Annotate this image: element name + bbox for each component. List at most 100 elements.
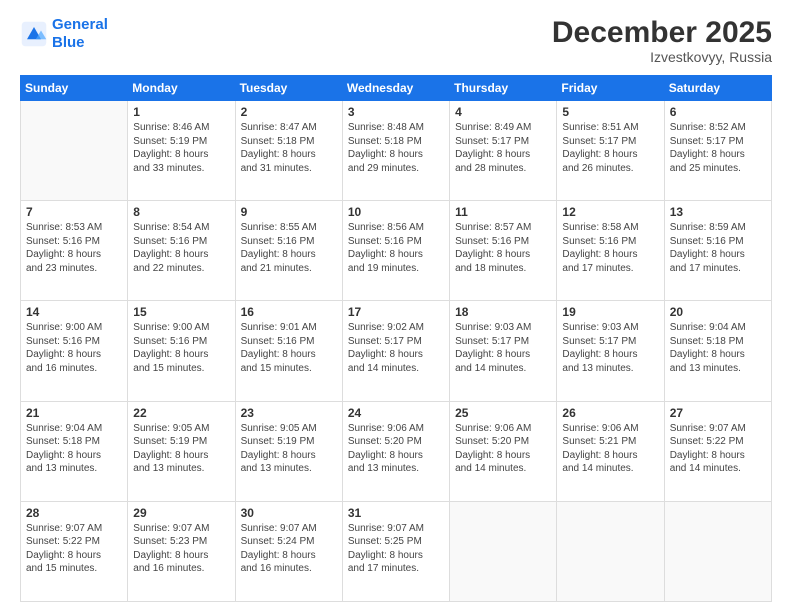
day-number: 9: [241, 205, 337, 219]
calendar-cell: 20Sunrise: 9:04 AM Sunset: 5:18 PM Dayli…: [664, 301, 771, 401]
day-info: Sunrise: 8:59 AM Sunset: 5:16 PM Dayligh…: [670, 221, 766, 275]
calendar-header-friday: Friday: [557, 76, 664, 101]
calendar-cell: 23Sunrise: 9:05 AM Sunset: 5:19 PM Dayli…: [235, 401, 342, 501]
calendar-cell: 30Sunrise: 9:07 AM Sunset: 5:24 PM Dayli…: [235, 501, 342, 601]
calendar-cell: 18 Sunrise: 9:03 AM Sunset: 5:17 PM Dayli…: [450, 301, 557, 401]
calendar-cell: 19Sunrise: 9:03 AM Sunset: 5:17 PM Dayli…: [557, 301, 664, 401]
calendar-cell: 14Sunrise: 9:00 AM Sunset: 5:16 PM Dayli…: [21, 301, 128, 401]
calendar-cell: 22 Sunrise: 9:05 AM Sunset: 5:19 PM Dayli…: [128, 401, 235, 501]
calendar-cell: 8 Sunrise: 8:54 AM Sunset: 5:16 PM Daylig…: [128, 201, 235, 301]
calendar-week-4: 21Sunrise: 9:04 AM Sunset: 5:18 PM Dayli…: [21, 401, 772, 501]
calendar-week-1: 1 Sunrise: 8:46 AM Sunset: 5:19 PM Daylig…: [21, 101, 772, 201]
main-title: December 2025: [552, 16, 772, 49]
day-number: 21: [26, 406, 122, 420]
day-number: 6: [670, 105, 766, 119]
calendar-cell: [557, 501, 664, 601]
logo: General Blue: [20, 16, 108, 52]
day-info: Sunrise: 8:49 AM Sunset: 5:17 PM Dayligh…: [455, 121, 551, 175]
day-info: Sunrise: 9:01 AM Sunset: 5:16 PM Dayligh…: [241, 321, 337, 375]
day-number: 3: [348, 105, 444, 119]
day-info: Sunrise: 8:46 AM Sunset: 5:19 PM Dayligh…: [133, 121, 229, 175]
calendar-week-5: 28Sunrise: 9:07 AM Sunset: 5:22 PM Dayli…: [21, 501, 772, 601]
calendar-cell: [664, 501, 771, 601]
calendar-cell: 12 Sunrise: 8:58 AM Sunset: 5:16 PM Dayli…: [557, 201, 664, 301]
calendar-cell: 15 Sunrise: 9:00 AM Sunset: 5:16 PM Dayli…: [128, 301, 235, 401]
day-info: Sunrise: 8:55 AM Sunset: 5:16 PM Dayligh…: [241, 221, 337, 275]
calendar-header-saturday: Saturday: [664, 76, 771, 101]
day-number: 26: [562, 406, 658, 420]
day-number: 2: [241, 105, 337, 119]
calendar-cell: 3 Sunrise: 8:48 AM Sunset: 5:18 PM Daylig…: [342, 101, 449, 201]
day-info: Sunrise: 8:58 AM Sunset: 5:16 PM Dayligh…: [562, 221, 658, 275]
day-info: Sunrise: 9:07 AM Sunset: 5:23 PM Dayligh…: [133, 522, 229, 576]
calendar-cell: 6Sunrise: 8:52 AM Sunset: 5:17 PM Daylig…: [664, 101, 771, 201]
day-info: Sunrise: 8:57 AM Sunset: 5:16 PM Dayligh…: [455, 221, 551, 275]
day-info: Sunrise: 8:53 AM Sunset: 5:16 PM Dayligh…: [26, 221, 122, 275]
calendar-cell: 21Sunrise: 9:04 AM Sunset: 5:18 PM Dayli…: [21, 401, 128, 501]
logo-line2: Blue: [52, 34, 85, 51]
calendar-cell: 7Sunrise: 8:53 AM Sunset: 5:16 PM Daylig…: [21, 201, 128, 301]
day-number: 17: [348, 305, 444, 319]
calendar-cell: 29 Sunrise: 9:07 AM Sunset: 5:23 PM Dayli…: [128, 501, 235, 601]
day-number: 31: [348, 506, 444, 520]
calendar-cell: 31 Sunrise: 9:07 AM Sunset: 5:25 PM Dayli…: [342, 501, 449, 601]
calendar-cell: 11 Sunrise: 8:57 AM Sunset: 5:16 PM Dayli…: [450, 201, 557, 301]
calendar-cell: 5 Sunrise: 8:51 AM Sunset: 5:17 PM Daylig…: [557, 101, 664, 201]
day-number: 12: [562, 205, 658, 219]
subtitle: Izvestkovyy, Russia: [552, 49, 772, 65]
calendar-cell: [450, 501, 557, 601]
day-info: Sunrise: 8:56 AM Sunset: 5:16 PM Dayligh…: [348, 221, 444, 275]
day-number: 24: [348, 406, 444, 420]
calendar-cell: 2 Sunrise: 8:47 AM Sunset: 5:18 PM Daylig…: [235, 101, 342, 201]
day-info: Sunrise: 9:04 AM Sunset: 5:18 PM Dayligh…: [670, 321, 766, 375]
day-number: 22: [133, 406, 229, 420]
day-info: Sunrise: 9:07 AM Sunset: 5:24 PM Dayligh…: [241, 522, 337, 576]
day-info: Sunrise: 9:06 AM Sunset: 5:20 PM Dayligh…: [348, 422, 444, 476]
logo-text: General Blue: [52, 16, 108, 52]
day-number: 4: [455, 105, 551, 119]
calendar-cell: 26 Sunrise: 9:06 AM Sunset: 5:21 PM Dayli…: [557, 401, 664, 501]
calendar-cell: 24 Sunrise: 9:06 AM Sunset: 5:20 PM Dayli…: [342, 401, 449, 501]
calendar-cell: 9 Sunrise: 8:55 AM Sunset: 5:16 PM Daylig…: [235, 201, 342, 301]
day-number: 8: [133, 205, 229, 219]
day-info: Sunrise: 8:47 AM Sunset: 5:18 PM Dayligh…: [241, 121, 337, 175]
day-info: Sunrise: 9:00 AM Sunset: 5:16 PM Dayligh…: [26, 321, 122, 375]
day-number: 27: [670, 406, 766, 420]
day-number: 18: [455, 305, 551, 319]
title-block: December 2025 Izvestkovyy, Russia: [552, 16, 772, 65]
calendar-cell: 16 Sunrise: 9:01 AM Sunset: 5:16 PM Dayli…: [235, 301, 342, 401]
calendar-week-3: 14Sunrise: 9:00 AM Sunset: 5:16 PM Dayli…: [21, 301, 772, 401]
day-number: 23: [241, 406, 337, 420]
day-number: 1: [133, 105, 229, 119]
day-number: 13: [670, 205, 766, 219]
day-number: 29: [133, 506, 229, 520]
day-info: Sunrise: 8:54 AM Sunset: 5:16 PM Dayligh…: [133, 221, 229, 275]
day-info: Sunrise: 9:00 AM Sunset: 5:16 PM Dayligh…: [133, 321, 229, 375]
day-info: Sunrise: 9:05 AM Sunset: 5:19 PM Dayligh…: [133, 422, 229, 476]
calendar-cell: 10 Sunrise: 8:56 AM Sunset: 5:16 PM Dayli…: [342, 201, 449, 301]
calendar-cell: 28Sunrise: 9:07 AM Sunset: 5:22 PM Dayli…: [21, 501, 128, 601]
page: General Blue December 2025 Izvestkovyy, …: [0, 0, 792, 612]
calendar-week-2: 7Sunrise: 8:53 AM Sunset: 5:16 PM Daylig…: [21, 201, 772, 301]
calendar-cell: 1 Sunrise: 8:46 AM Sunset: 5:19 PM Daylig…: [128, 101, 235, 201]
day-info: Sunrise: 9:07 AM Sunset: 5:25 PM Dayligh…: [348, 522, 444, 576]
day-info: Sunrise: 9:03 AM Sunset: 5:17 PM Dayligh…: [455, 321, 551, 375]
day-number: 10: [348, 205, 444, 219]
logo-icon: [20, 20, 48, 48]
logo-line1: General: [52, 16, 108, 33]
day-info: Sunrise: 9:07 AM Sunset: 5:22 PM Dayligh…: [26, 522, 122, 576]
calendar-header-monday: Monday: [128, 76, 235, 101]
calendar-header-thursday: Thursday: [450, 76, 557, 101]
day-info: Sunrise: 8:51 AM Sunset: 5:17 PM Dayligh…: [562, 121, 658, 175]
day-info: Sunrise: 8:48 AM Sunset: 5:18 PM Dayligh…: [348, 121, 444, 175]
calendar-header-tuesday: Tuesday: [235, 76, 342, 101]
day-number: 15: [133, 305, 229, 319]
calendar-header-row: SundayMondayTuesdayWednesdayThursdayFrid…: [21, 76, 772, 101]
day-info: Sunrise: 9:03 AM Sunset: 5:17 PM Dayligh…: [562, 321, 658, 375]
calendar-header-sunday: Sunday: [21, 76, 128, 101]
day-number: 16: [241, 305, 337, 319]
day-info: Sunrise: 9:06 AM Sunset: 5:20 PM Dayligh…: [455, 422, 551, 476]
day-info: Sunrise: 9:06 AM Sunset: 5:21 PM Dayligh…: [562, 422, 658, 476]
day-number: 11: [455, 205, 551, 219]
day-number: 5: [562, 105, 658, 119]
